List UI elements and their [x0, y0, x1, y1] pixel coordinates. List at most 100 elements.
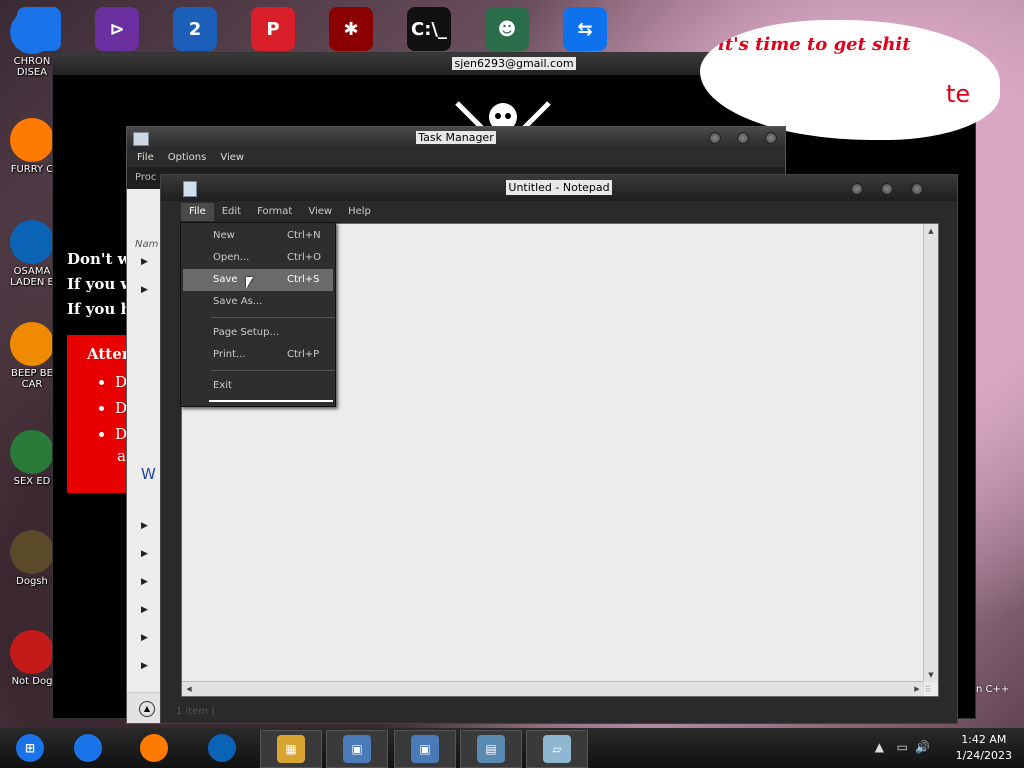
- expand-arrow-icon[interactable]: ▶: [141, 633, 148, 643]
- taskbar-firefox-icon: [140, 734, 168, 762]
- tm-link-text[interactable]: W: [141, 465, 156, 483]
- taskbar-chrome-icon: [74, 734, 102, 762]
- tm-menu-options[interactable]: Options: [168, 149, 207, 167]
- taskbar-app-1[interactable]: ▣: [326, 730, 388, 768]
- desktop-top-game-icon[interactable]: ☻: [482, 6, 532, 52]
- menu-item-exit[interactable]: Exit: [183, 375, 333, 397]
- tab-processes[interactable]: Proc: [135, 172, 156, 183]
- tm-menu-file[interactable]: File: [137, 149, 154, 167]
- task-manager-titlebar[interactable]: Task Manager: [127, 127, 785, 149]
- scroll-up-icon[interactable]: ▲: [924, 224, 938, 238]
- taskbar-notepad[interactable]: ▱: [526, 730, 588, 768]
- expand-arrow-icon[interactable]: ▶: [141, 521, 148, 531]
- taskbar-obama[interactable]: [192, 730, 252, 766]
- red-app-icon: ✱: [329, 7, 373, 51]
- menu-separator: [211, 370, 335, 371]
- menu-bottom-line: [209, 400, 333, 402]
- menu-item-label: Print...: [213, 349, 246, 360]
- menu-view[interactable]: View: [300, 203, 340, 221]
- expand-arrow-icon[interactable]: ▶: [141, 257, 148, 267]
- vertical-scrollbar[interactable]: ▲ ▼: [923, 224, 938, 682]
- speech-text: it's time to get shit: [718, 34, 911, 55]
- menu-file[interactable]: File: [181, 203, 214, 221]
- desktop-icon-vlc-icon: [10, 322, 54, 366]
- volume-icon[interactable]: 🔊: [915, 740, 930, 754]
- tm-status-text: 1 item |: [176, 706, 215, 717]
- notepad-window-buttons: [851, 183, 923, 195]
- desktop-icon-obama-icon: [10, 220, 54, 264]
- maximize-button[interactable]: [737, 132, 749, 144]
- teamviewer-icon: ⇆: [563, 7, 607, 51]
- scroll-down-icon[interactable]: ▼: [924, 668, 938, 682]
- expand-arrow-icon[interactable]: ▶: [141, 605, 148, 615]
- desktop-icon-devcpp-icon: [10, 630, 54, 674]
- menu-item-new[interactable]: New Ctrl+N: [183, 225, 333, 247]
- app-p-icon: P: [251, 7, 295, 51]
- taskbar-explorer[interactable]: ▦: [260, 730, 322, 768]
- minimize-button[interactable]: [851, 183, 863, 195]
- mouse-cursor-icon: [246, 277, 253, 289]
- fewer-details-icon[interactable]: ▲: [139, 701, 155, 717]
- menu-item-open[interactable]: Open... Ctrl+O: [183, 247, 333, 269]
- system-tray: ▲ ▭ 🔊 1:42 AM 1/24/2023: [864, 728, 1024, 768]
- taskbar-notepad-icon: ▱: [543, 735, 571, 763]
- maximize-button[interactable]: [881, 183, 893, 195]
- network-icon[interactable]: ▭: [897, 740, 908, 754]
- taskbar-firefox[interactable]: [124, 730, 184, 766]
- file-menu-dropdown: New Ctrl+N Open... Ctrl+O Save Ctrl+S Save As.…: [180, 222, 336, 407]
- menu-item-label: Page Setup...: [213, 327, 280, 338]
- notepad-titlebar[interactable]: Untitled - Notepad: [161, 175, 957, 201]
- menu-edit[interactable]: Edit: [214, 203, 249, 221]
- app-2-icon: 2: [173, 7, 217, 51]
- taskbar-chrome[interactable]: [58, 730, 118, 766]
- horizontal-scrollbar[interactable]: ◀ ▶: [182, 681, 924, 696]
- desktop-top-visual-studio-icon[interactable]: ⊳: [92, 6, 142, 52]
- menu-format[interactable]: Format: [249, 203, 300, 221]
- taskbar-app-2[interactable]: ▣: [394, 730, 456, 768]
- taskbar-task-manager[interactable]: ▤: [460, 730, 522, 768]
- scroll-left-icon[interactable]: ◀: [182, 682, 196, 696]
- desktop-top-red-app-icon[interactable]: ✱: [326, 6, 376, 52]
- menu-separator: [211, 317, 335, 318]
- speech-tail-text: te: [946, 80, 971, 108]
- desktop-icon-chrome-icon: [10, 10, 54, 54]
- cmd-icon: C:\_: [407, 7, 451, 51]
- start-button-icon: ⊞: [16, 734, 44, 762]
- desktop-top-cmd-icon[interactable]: C:\_: [404, 6, 454, 52]
- expand-arrow-icon[interactable]: ▶: [141, 577, 148, 587]
- start-button[interactable]: ⊞: [0, 730, 60, 766]
- scroll-right-icon[interactable]: ▶: [910, 682, 924, 696]
- menu-item-page-setup[interactable]: Page Setup...: [183, 322, 333, 344]
- menu-item-label: Open...: [213, 252, 250, 263]
- clock-time: 1:42 AM: [961, 733, 1007, 746]
- close-button[interactable]: [911, 183, 923, 195]
- menu-item-shortcut: Ctrl+S: [287, 274, 320, 285]
- menu-help[interactable]: Help: [340, 203, 379, 221]
- menu-item-shortcut: Ctrl+N: [287, 230, 321, 241]
- desktop-top-teamviewer-icon[interactable]: ⇆: [560, 6, 610, 52]
- desktop-top-app-2-icon[interactable]: 2: [170, 6, 220, 52]
- menu-item-print[interactable]: Print... Ctrl+P: [183, 344, 333, 366]
- expand-arrow-icon[interactable]: ▶: [141, 661, 148, 671]
- minimize-button[interactable]: [709, 132, 721, 144]
- resize-grip-icon[interactable]: ⠿: [925, 685, 935, 695]
- close-button[interactable]: [765, 132, 777, 144]
- notepad-title: Untitled - Notepad: [506, 180, 612, 195]
- notepad-icon: [183, 181, 197, 197]
- clock-date: 1/24/2023: [955, 749, 1012, 762]
- expand-arrow-icon[interactable]: ▶: [141, 285, 148, 295]
- menu-item-shortcut: Ctrl+O: [287, 252, 322, 263]
- column-header-name[interactable]: Nam: [135, 239, 158, 250]
- desktop-icon-hx-icon: [10, 430, 54, 474]
- menu-item-label: Exit: [213, 380, 232, 391]
- desktop-top-app-p-icon[interactable]: P: [248, 6, 298, 52]
- taskbar-explorer-icon: ▦: [277, 735, 305, 763]
- tm-menu-view[interactable]: View: [220, 149, 244, 167]
- menu-item-save-as[interactable]: Save As...: [183, 291, 333, 313]
- ransom-window-title: sjen6293@gmail.com: [452, 57, 576, 70]
- expand-arrow-icon[interactable]: ▶: [141, 549, 148, 559]
- task-manager-icon: [133, 132, 149, 146]
- menu-item-save[interactable]: Save Ctrl+S: [183, 269, 333, 291]
- tray-chevron-icon[interactable]: ▲: [875, 740, 884, 754]
- clock[interactable]: 1:42 AM 1/24/2023: [956, 732, 1012, 764]
